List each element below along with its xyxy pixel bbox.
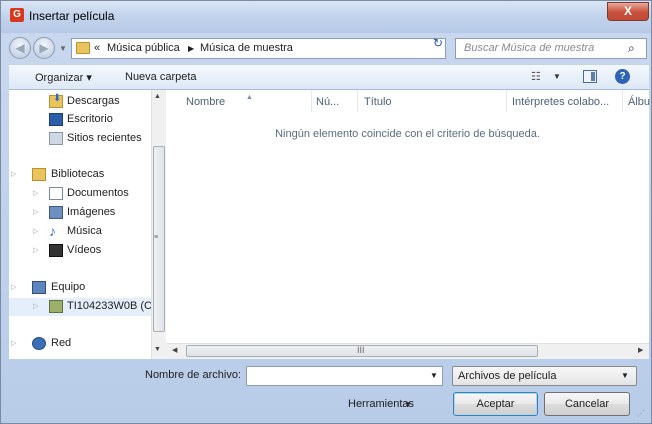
new-folder-button[interactable]: Nueva carpeta (125, 71, 197, 83)
filename-dropdown-icon[interactable]: ▼ (430, 371, 438, 380)
music-icon: ♪ (49, 223, 56, 239)
column-divider[interactable] (506, 90, 507, 112)
column-header-label: Nombre (186, 96, 226, 108)
videos-icon (49, 244, 63, 257)
scrollbar-thumb[interactable]: III (186, 345, 538, 357)
scroll-grip-icon: III (357, 345, 365, 355)
organize-button[interactable]: Organizar ▾ (35, 71, 92, 84)
expand-icon[interactable]: ▷ (33, 227, 38, 235)
documents-icon (49, 187, 63, 200)
column-divider[interactable] (357, 90, 358, 112)
filename-label: Nombre de archivo: (145, 369, 241, 381)
title-bar[interactable]: G Insertar película X (1, 1, 651, 33)
empty-results-message: Ningún elemento coincide con el criterio… (275, 128, 540, 140)
insert-movie-dialog: G Insertar película X ◀ ▶ ▼ « Música púb… (0, 0, 652, 424)
sort-ascending-icon: ▲ (246, 94, 253, 101)
column-header-album[interactable]: Álbu (628, 96, 650, 108)
recent-pages-icon[interactable]: ▼ (59, 44, 67, 53)
expand-icon[interactable]: ▷ (33, 246, 38, 254)
navigation-pane: Descargas Escritorio Sitios recientes ▷ … (9, 90, 166, 359)
images-icon (49, 206, 63, 219)
sidebar-item-label: Escritorio (67, 113, 113, 125)
network-icon (32, 337, 46, 350)
scroll-grip-icon: ≡ (154, 234, 159, 241)
file-list: Nombre ▲ Nú... Título Intérpretes colabo… (166, 90, 650, 359)
expand-icon[interactable]: ▷ (11, 170, 16, 178)
breadcrumb-separator-icon[interactable]: ▶ (188, 44, 194, 53)
address-bar[interactable]: « Música pública ▶ Música de muestra ▼ (71, 38, 492, 59)
cancel-button[interactable]: Cancelar (544, 392, 630, 416)
toolbar: Organizar ▾ Nueva carpeta ☷ ▼ ? (9, 64, 649, 90)
folder-icon (76, 42, 90, 54)
desktop-icon (49, 113, 63, 126)
sidebar-item-label: Bibliotecas (51, 168, 105, 180)
drive-icon (49, 300, 63, 313)
search-box[interactable]: Buscar Música de muestra ⌕ (455, 38, 647, 59)
expand-icon[interactable]: ▷ (33, 302, 38, 310)
sidebar-item-label: Vídeos (67, 244, 102, 256)
file-type-value: Archivos de película (458, 370, 557, 382)
column-header-name[interactable]: Nombre ▲ (186, 94, 253, 108)
column-header-title[interactable]: Título (364, 96, 392, 108)
help-icon[interactable]: ? (615, 69, 630, 84)
refresh-icon[interactable]: ↻ (433, 36, 443, 50)
breadcrumb-musica-de-muestra[interactable]: Música de muestra (200, 42, 293, 54)
sidebar-item-drive-c[interactable]: ▷ TI104233W0B (C: (9, 298, 155, 316)
dialog-title: Insertar película (29, 9, 115, 23)
computer-icon (32, 281, 46, 294)
file-type-select[interactable]: Archivos de película ▼ (452, 366, 637, 386)
view-options-dropdown-icon[interactable]: ▼ (553, 72, 561, 81)
sidebar-item-label: TI104233W0B (C: (67, 300, 156, 312)
column-divider[interactable] (311, 90, 312, 112)
change-view-icon[interactable]: ☷ (531, 70, 541, 83)
expand-icon[interactable]: ▷ (11, 283, 16, 291)
filename-field[interactable]: ▼ (246, 366, 443, 386)
content-area: Descargas Escritorio Sitios recientes ▷ … (9, 90, 650, 359)
close-button[interactable]: X (607, 2, 649, 21)
search-input[interactable]: Buscar Música de muestra (464, 42, 594, 54)
scroll-right-icon[interactable]: ▶ (638, 346, 643, 354)
app-icon: G (10, 8, 24, 22)
breadcrumb-prefix[interactable]: « (94, 42, 100, 54)
tools-dropdown-icon[interactable]: ▼ (404, 400, 412, 409)
dialog-footer: Nombre de archivo: ▼ Archivos de películ… (1, 359, 651, 423)
forward-button[interactable]: ▶ (33, 37, 55, 59)
breadcrumb-musica-publica[interactable]: Música pública (107, 42, 180, 54)
expand-icon[interactable]: ▷ (11, 339, 16, 347)
sidebar-item-label: Imágenes (67, 206, 116, 218)
scroll-down-icon[interactable]: ▼ (154, 346, 161, 353)
sidebar-item-label: Documentos (67, 187, 129, 199)
expand-icon[interactable]: ▷ (33, 208, 38, 216)
navigation-bar: ◀ ▶ ▼ « Música pública ▶ Música de muest… (9, 34, 649, 62)
sidebar-item-label: Equipo (51, 281, 86, 293)
file-list-horizontal-scrollbar[interactable]: ◀ III ▶ (166, 343, 649, 359)
search-icon[interactable]: ⌕ (628, 41, 635, 56)
preview-pane-icon[interactable] (583, 70, 597, 83)
column-header-number[interactable]: Nú... (316, 96, 339, 108)
resize-grip-icon[interactable]: ⋰ (637, 409, 645, 418)
sidebar-item-label: Sitios recientes (67, 132, 142, 144)
downloads-icon (49, 93, 63, 108)
column-divider[interactable] (622, 90, 623, 112)
back-button[interactable]: ◀ (9, 37, 31, 59)
scroll-up-icon[interactable]: ▲ (154, 93, 161, 100)
column-header-artists[interactable]: Intérpretes colabo... (512, 96, 609, 108)
scroll-left-icon[interactable]: ◀ (172, 346, 177, 354)
sidebar-item-label: Red (51, 337, 72, 349)
navigation-pane-scrollbar[interactable]: ▲ ≡ ▼ (151, 90, 166, 359)
expand-icon[interactable]: ▷ (33, 189, 38, 197)
file-type-dropdown-icon: ▼ (621, 371, 629, 380)
sidebar-item-label: Descargas (67, 95, 120, 107)
sidebar-item-label: Música (67, 225, 102, 237)
recent-places-icon (49, 132, 63, 145)
accept-button[interactable]: Aceptar (453, 392, 538, 416)
libraries-icon (32, 168, 46, 181)
